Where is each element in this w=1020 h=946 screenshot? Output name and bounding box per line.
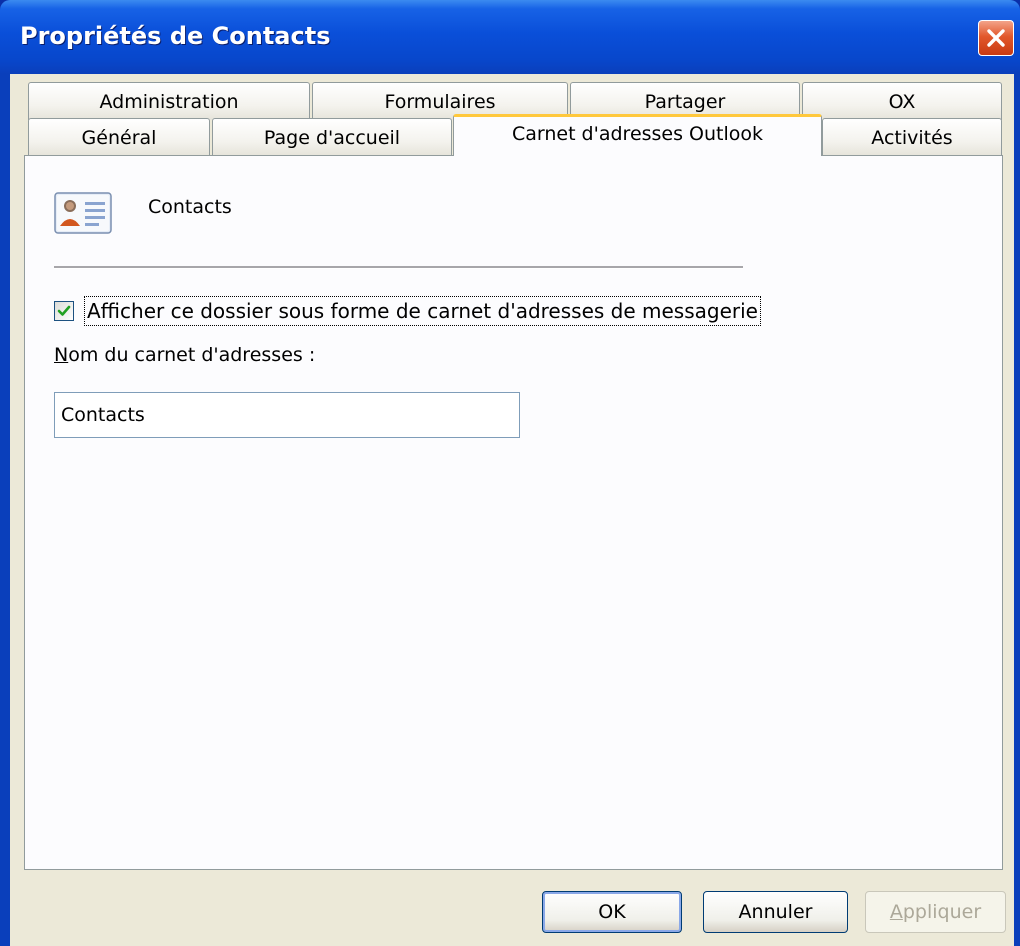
address-book-name-label-text: om du carnet d'adresses : [68,344,316,366]
tab-carnet-adresses-outlook[interactable]: Carnet d'adresses Outlook [453,114,822,156]
cancel-button[interactable]: Annuler [703,891,848,933]
tab-ox[interactable]: OX [802,82,1002,120]
apply-mnemonic: A [889,901,903,923]
tab-general[interactable]: Général [28,118,210,156]
ok-button[interactable]: OK [542,891,682,933]
tab-activites[interactable]: Activités [822,118,1002,156]
window-title: Propriétés de Contacts [20,22,331,50]
apply-button[interactable]: Appliquer [865,891,1006,933]
title-bar[interactable]: Propriétés de Contacts [0,0,1020,74]
window-frame-right [1014,74,1020,946]
address-book-name-mnemonic: N [54,344,69,366]
close-icon [987,29,1005,47]
address-book-name-input[interactable] [54,392,520,438]
checkmark-icon [57,305,71,316]
show-as-address-book-label[interactable]: Afficher ce dossier sous forme de carnet… [84,296,761,326]
apply-label: ppliquer [902,901,982,923]
close-button[interactable] [978,20,1014,56]
folder-name: Contacts [148,196,232,218]
properties-dialog: Propriétés de Contacts Administration Fo… [0,0,1020,946]
tab-administration[interactable]: Administration [28,82,310,120]
separator [54,266,743,269]
show-as-address-book-checkbox[interactable] [54,301,74,321]
tab-panel [24,155,1003,870]
address-book-name-label: Nom du carnet d'adresses : [54,344,315,366]
contact-card-icon [54,192,112,234]
window-frame-left [0,74,10,946]
tab-page-accueil[interactable]: Page d'accueil [212,118,452,156]
